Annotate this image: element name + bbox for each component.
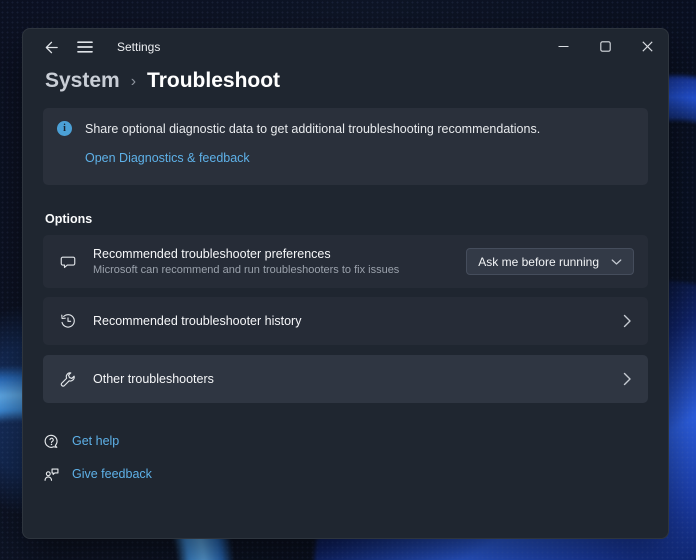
maximize-button[interactable] xyxy=(584,29,626,63)
open-diagnostics-feedback-link[interactable]: Open Diagnostics & feedback xyxy=(85,151,250,165)
troubleshooter-history-row[interactable]: Recommended troubleshooter history xyxy=(43,297,648,345)
settings-window: Settings System › Troubleshoot xyxy=(22,28,669,539)
maximize-icon xyxy=(600,41,611,52)
row-text: Recommended troubleshooter history xyxy=(93,314,301,328)
give-feedback-link[interactable]: Give feedback xyxy=(43,464,152,484)
back-arrow-icon xyxy=(44,40,59,55)
minimize-icon xyxy=(558,41,569,52)
page-content: i Share optional diagnostic data to get … xyxy=(23,108,668,484)
troubleshooter-preferences-row: Recommended troubleshooter preferences M… xyxy=(43,235,648,288)
breadcrumb-system[interactable]: System xyxy=(45,69,120,93)
close-icon xyxy=(642,41,653,52)
page-title: Troubleshoot xyxy=(147,69,280,93)
close-button[interactable] xyxy=(626,29,668,63)
get-help-label: Get help xyxy=(72,434,119,448)
window-caption-controls xyxy=(542,29,668,63)
options-section-label: Options xyxy=(45,212,648,226)
give-feedback-icon xyxy=(43,466,60,483)
row-title: Recommended troubleshooter history xyxy=(93,314,301,328)
hamburger-icon xyxy=(77,40,93,54)
app-title: Settings xyxy=(117,40,160,54)
breadcrumb-separator: › xyxy=(131,71,136,91)
wrench-icon xyxy=(59,370,77,388)
get-help-icon xyxy=(43,433,60,450)
row-title: Recommended troubleshooter preferences xyxy=(93,247,399,261)
preference-dropdown-value: Ask me before running xyxy=(478,255,599,269)
minimize-button[interactable] xyxy=(542,29,584,63)
breadcrumb: System › Troubleshoot xyxy=(45,69,668,93)
titlebar: Settings xyxy=(23,29,668,65)
info-icon: i xyxy=(57,121,72,136)
comment-bubble-icon xyxy=(59,253,77,271)
banner-message: Share optional diagnostic data to get ad… xyxy=(85,122,540,136)
give-feedback-label: Give feedback xyxy=(72,467,152,481)
other-troubleshooters-row[interactable]: Other troubleshooters xyxy=(43,355,648,403)
row-text: Other troubleshooters xyxy=(93,372,214,386)
banner-message-row: i Share optional diagnostic data to get … xyxy=(57,121,632,136)
preference-dropdown[interactable]: Ask me before running xyxy=(466,248,634,275)
get-help-link[interactable]: Get help xyxy=(43,431,119,451)
chevron-right-icon xyxy=(623,372,632,386)
history-icon xyxy=(59,312,77,330)
footer-links: Get help Give feedback xyxy=(43,431,648,484)
row-title: Other troubleshooters xyxy=(93,372,214,386)
back-button[interactable] xyxy=(37,33,65,61)
diagnostics-banner: i Share optional diagnostic data to get … xyxy=(43,108,648,185)
row-subtitle: Microsoft can recommend and run troubles… xyxy=(93,264,399,276)
row-text: Recommended troubleshooter preferences M… xyxy=(93,247,399,276)
chevron-right-icon xyxy=(623,314,632,328)
nav-menu-button[interactable] xyxy=(71,33,99,61)
chevron-down-icon xyxy=(611,258,622,266)
